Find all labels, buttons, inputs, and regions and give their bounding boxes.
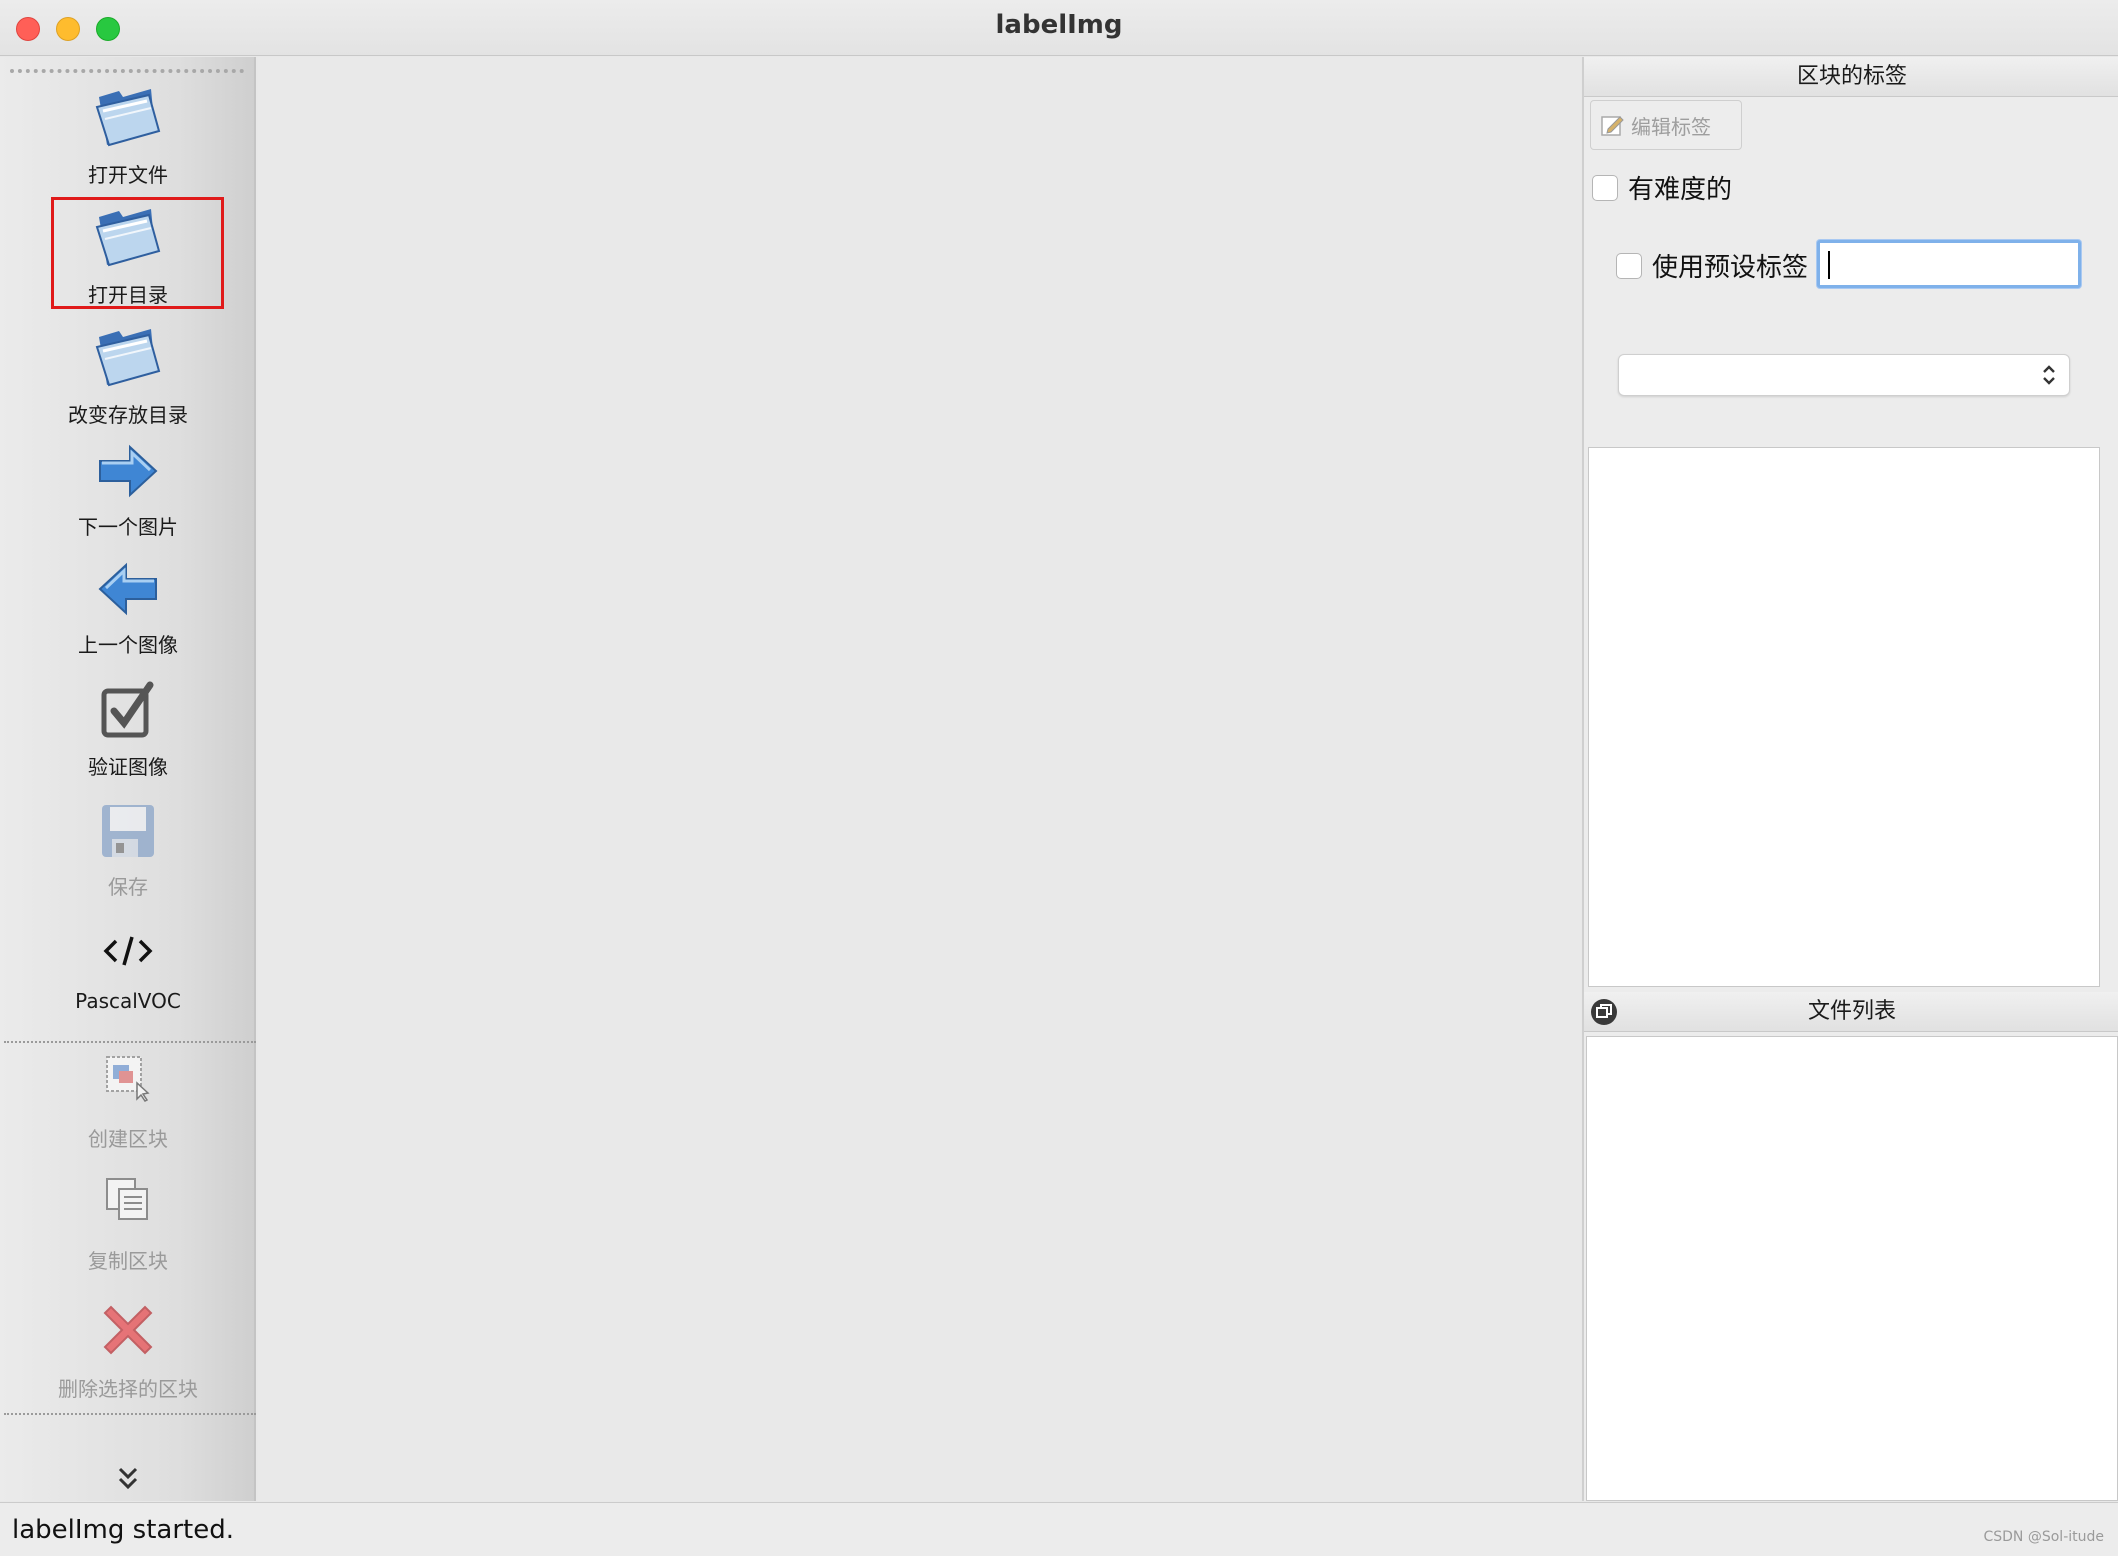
label-combobox[interactable]	[1618, 354, 2070, 396]
right-dock: 区块的标签 编辑标签 有难度的 使用预设标签 文件列表	[1582, 57, 2118, 1501]
delete-box-button[interactable]: 删除选择的区块	[0, 1293, 256, 1413]
create-box-label: 创建区块	[88, 1127, 168, 1151]
copy-box-icon	[0, 1175, 256, 1225]
next-image-label: 下一个图片	[78, 515, 178, 539]
toolbar-separator	[4, 1041, 256, 1043]
arrow-right-icon	[0, 443, 256, 499]
default-label-input[interactable]	[1817, 240, 2081, 288]
text-caret	[1828, 251, 1830, 279]
file-list-title: 文件列表	[1807, 999, 1896, 1024]
save-button[interactable]: 保存	[0, 799, 256, 909]
labels-panel-title: 区块的标签	[1584, 57, 2118, 97]
create-box-button[interactable]: 创建区块	[0, 1049, 256, 1159]
format-label: PascalVOC	[75, 989, 181, 1013]
next-image-button[interactable]: 下一个图片	[0, 439, 256, 549]
toolbar-grip[interactable]	[10, 69, 244, 73]
image-canvas[interactable]	[258, 57, 1581, 1501]
floppy-disk-icon	[0, 801, 256, 861]
toolbar-expand-button[interactable]	[0, 1457, 256, 1497]
arrow-left-icon	[0, 561, 256, 617]
file-list[interactable]	[1586, 1036, 2118, 1501]
delete-x-icon	[0, 1299, 256, 1361]
prev-image-button[interactable]: 上一个图像	[0, 559, 256, 669]
default-label-row: 使用预设标签	[1616, 247, 1808, 284]
edit-icon	[1601, 116, 1624, 136]
folder-open-icon	[0, 321, 256, 389]
label-list[interactable]	[1588, 447, 2100, 987]
double-chevron-down-icon	[0, 1465, 256, 1493]
watermark-text: CSDN @Sol-itude	[1983, 1529, 2104, 1545]
checkbox-checked-icon	[0, 681, 256, 741]
format-pascalvoc-button[interactable]: PascalVOC	[0, 919, 256, 1029]
use-default-label-text: 使用预设标签	[1652, 253, 1809, 283]
status-message: labelImg started.	[12, 1515, 234, 1545]
create-box-icon	[0, 1053, 256, 1103]
window-title: labelImg	[995, 10, 1123, 40]
difficult-row: 有难度的	[1592, 169, 1732, 206]
use-default-label-checkbox[interactable]	[1616, 252, 1642, 279]
prev-image-label: 上一个图像	[78, 633, 178, 657]
up-down-chevron-icon	[2043, 365, 2055, 385]
status-bar: labelImg started. CSDN @Sol-itude	[0, 1502, 2118, 1556]
verify-image-button[interactable]: 验证图像	[0, 679, 256, 789]
verify-image-label: 验证图像	[88, 755, 168, 779]
copy-box-label: 复制区块	[88, 1249, 168, 1273]
difficult-checkbox[interactable]	[1592, 174, 1618, 201]
change-save-dir-label: 改变存放目录	[68, 403, 188, 427]
title-bar: labelImg	[0, 0, 2118, 56]
folder-open-icon	[0, 81, 256, 149]
toolbar-separator	[4, 1413, 256, 1415]
edit-label-text: 编辑标签	[1631, 114, 1711, 139]
save-label: 保存	[108, 875, 148, 899]
copy-box-button[interactable]: 复制区块	[0, 1171, 256, 1281]
highlight-annotation-box	[51, 197, 224, 309]
file-list-header: 文件列表	[1584, 992, 2118, 1032]
code-icon	[0, 933, 256, 969]
open-file-button[interactable]: 打开文件	[0, 79, 256, 189]
float-panel-icon[interactable]	[1590, 998, 1618, 1026]
edit-label-button[interactable]: 编辑标签	[1590, 100, 1742, 150]
delete-box-label: 删除选择的区块	[58, 1377, 198, 1401]
difficult-checkbox-label: 有难度的	[1628, 175, 1733, 205]
change-save-dir-button[interactable]: 改变存放目录	[0, 319, 256, 429]
open-file-label: 打开文件	[88, 163, 168, 187]
